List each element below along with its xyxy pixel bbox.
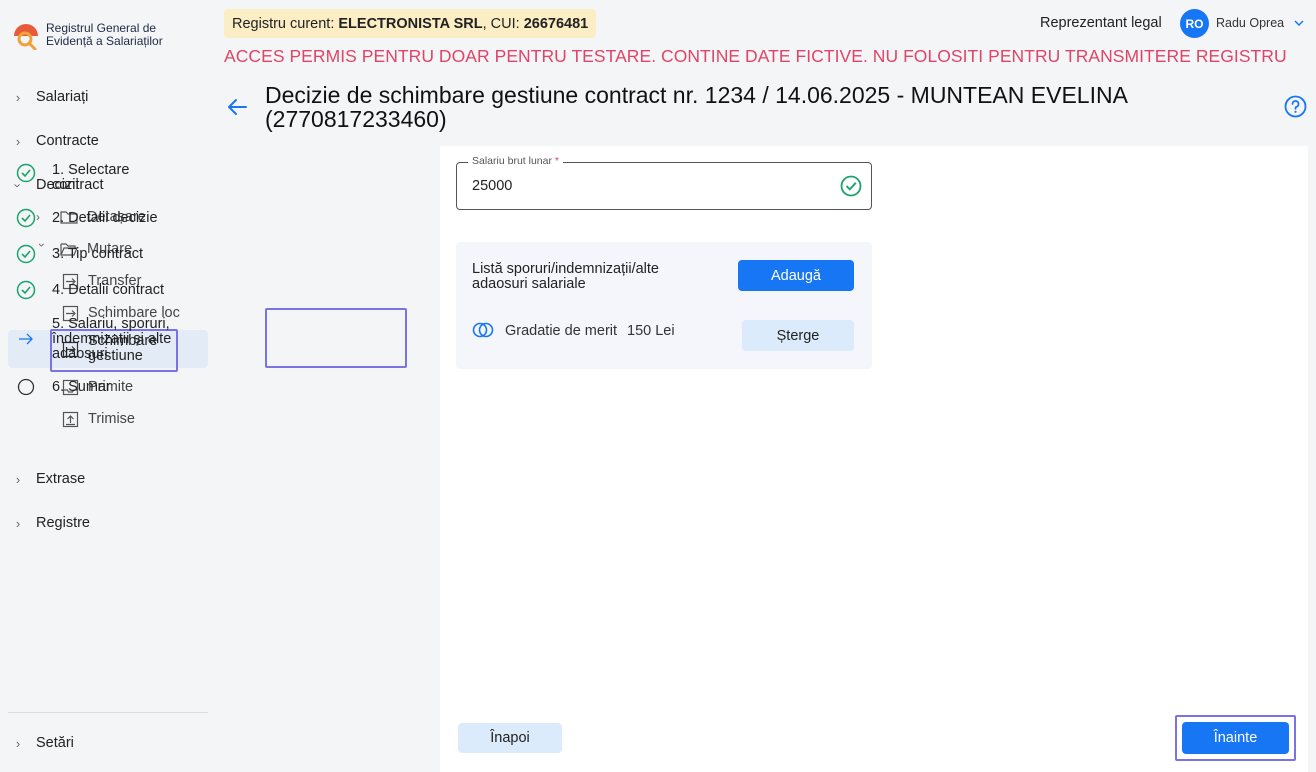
sidebar-item-trimise[interactable]: Trimise: [62, 406, 135, 432]
sidebar-item-registre[interactable]: › Registre: [8, 509, 208, 537]
sidebar-item-label: Contracte: [36, 133, 99, 149]
arrow-right-icon: [19, 333, 33, 345]
sidebar-item-label: Extrase: [36, 471, 86, 487]
add-button[interactable]: Adaugă: [738, 260, 854, 291]
registry-prefix: Registru curent:: [232, 15, 339, 32]
cui-value: 26676481: [523, 15, 589, 32]
step-label: 6. Sumar: [52, 379, 111, 395]
salary-field-label: Salariu brut lunar *: [468, 155, 563, 167]
check-circle-icon: [16, 208, 36, 228]
page-title: Decizie de schimbare gestiune contract n…: [265, 82, 1127, 132]
check-circle-icon: [16, 280, 36, 300]
step-label: 1. Selectare contract: [52, 162, 130, 193]
current-registry-badge: Registru curent: ELECTRONISTA SRL , CUI:…: [224, 9, 597, 38]
chevron-right-icon: ›: [15, 471, 21, 487]
upload-icon: [62, 411, 79, 427]
step-label: 2. Detalii decizie: [52, 210, 158, 226]
sidebar-item-label: Registre: [36, 515, 90, 531]
step-label: 4. Detalii contract: [52, 282, 165, 298]
step-6[interactable]: 6. Sumar: [16, 377, 182, 397]
spor-name: Gradatie de merit: [505, 323, 618, 339]
delete-button[interactable]: Șterge: [742, 320, 854, 351]
cui-prefix: , CUI:: [482, 15, 524, 32]
circle-icon: [17, 378, 35, 396]
logo-line2: Evidență a Salariaților: [46, 34, 163, 48]
step-4[interactable]: 4. Detalii contract: [16, 280, 182, 300]
step-1[interactable]: 1. Selectare contract: [16, 163, 182, 193]
sidebar-divider: [8, 712, 208, 713]
app-logo[interactable]: Registrul General de Evidență a Salariaț…: [12, 22, 186, 50]
back-button[interactable]: Înapoi: [458, 723, 562, 753]
user-name[interactable]: Radu Oprea: [1216, 16, 1284, 30]
logo-text: Registrul General de Evidență a Salariaț…: [46, 22, 186, 48]
sidebar-item-setari[interactable]: › Setări: [8, 729, 208, 757]
highlight-box: [1175, 715, 1296, 761]
step-label: 3. Tip contract: [52, 246, 144, 262]
check-circle-icon: [16, 244, 36, 264]
step-5[interactable]: 5. Salariu, sporuri, îndemnizații și alt…: [16, 317, 178, 362]
highlight-box: [265, 308, 407, 368]
check-circle-icon: [840, 175, 862, 197]
salary-input-value[interactable]: 25000: [472, 178, 512, 194]
check-circle-icon: [16, 163, 36, 183]
help-icon[interactable]: [1284, 95, 1307, 118]
sidebar-item-label: Setări: [36, 735, 74, 751]
chevron-right-icon: ›: [15, 735, 21, 751]
step-label: 5. Salariu, sporuri, îndemnizații și alt…: [52, 316, 172, 362]
salary-label-text: Salariu brut lunar: [472, 155, 552, 167]
sidebar-item-contracte[interactable]: › Contracte: [8, 127, 208, 155]
sporuri-title: Listă sporuri/indemnizații/alte adaosuri…: [472, 261, 659, 292]
test-warning-banner: ACCES PERMIS PENTRU DOAR PENTRU TESTARE.…: [224, 46, 1287, 66]
step-3[interactable]: 3. Tip contract: [16, 244, 182, 264]
chevron-down-icon[interactable]: [1292, 16, 1306, 30]
merit-icon: [472, 322, 494, 338]
spor-value: 150 Lei: [627, 323, 675, 339]
chevron-right-icon: ›: [15, 515, 21, 531]
required-asterisk: *: [554, 155, 559, 167]
wizard-stepper: [224, 146, 424, 772]
sidebar-item-extrase[interactable]: › Extrase: [8, 465, 208, 493]
sidebar-item-label: Salariați: [36, 89, 89, 105]
avatar[interactable]: RO: [1180, 9, 1209, 38]
company-name: ELECTRONISTA SRL: [338, 15, 483, 32]
step-2[interactable]: 2. Detalii decizie: [16, 208, 182, 228]
chevron-right-icon: ›: [15, 89, 21, 105]
form-panel: [440, 146, 1308, 772]
sidebar-item-salariati[interactable]: › Salariați: [8, 83, 208, 111]
salary-field[interactable]: [456, 162, 872, 210]
logo-icon: [14, 24, 38, 50]
chevron-right-icon: ›: [15, 133, 21, 149]
back-arrow-icon[interactable]: [226, 96, 248, 118]
user-role: Reprezentant legal: [1040, 15, 1162, 31]
sidebar-item-label: Trimise: [88, 411, 135, 427]
